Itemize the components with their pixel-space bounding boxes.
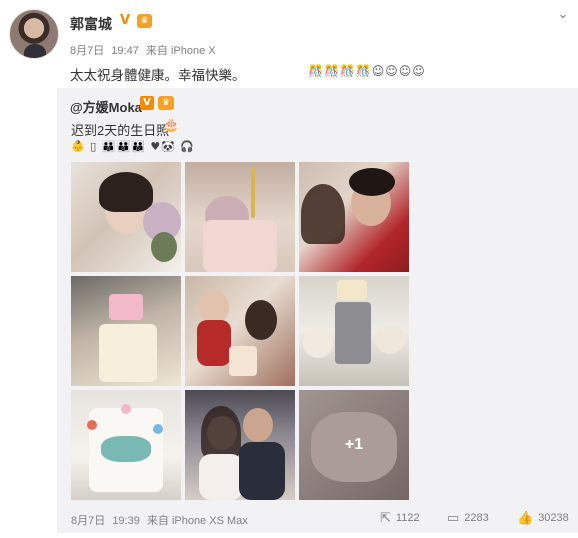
avatar[interactable] [9,9,59,59]
more-photos-overlay[interactable]: +1 [299,390,409,500]
share-icon: ⇱ [380,511,391,526]
photo-thumbnail[interactable] [185,390,295,500]
author-name[interactable]: 郭富城 [70,14,112,34]
verified-icon: V [120,13,131,28]
repost-text: 迟到2天的生日照 [71,123,170,138]
photo-thumbnail[interactable] [299,162,409,272]
repost-date[interactable]: 8月7日 [71,515,105,527]
post-date[interactable]: 8月7日 [70,45,104,57]
repost-block: @方媛Moka V ♛ 迟到2天的生日照 🎂 👶 ▯ 👪👪👪 ♥🐼 🎧 +1 8… [57,88,578,533]
photo-thumbnail[interactable] [299,276,409,386]
photo-thumbnail[interactable] [185,276,295,386]
post-time[interactable]: 19:47 [111,45,139,57]
repost-meta: 8月7日 19:39 来自 iPhone XS Max [71,512,252,528]
vip-crown-icon: ♛ [158,96,174,110]
photo-thumbnail[interactable] [71,162,181,272]
repost-source: 来自 iPhone XS Max [146,515,248,527]
chevron-down-icon[interactable]: ⌄ [556,8,570,22]
weibo-post-card: 郭富城 V ♛ ⌄ 8月7日 19:47 来自 iPhone X 太太祝身體健康… [0,0,578,538]
comment-count: 2283 [464,512,489,524]
repost-time[interactable]: 19:39 [112,515,140,527]
thumbs-up-icon: 👍 [517,511,534,526]
like-button[interactable]: 👍 30238 [517,511,569,526]
post-meta: 8月7日 19:47 来自 iPhone X [70,42,220,58]
photo-grid: +1 [71,162,409,500]
photo-thumbnail[interactable]: +1 [299,390,409,500]
verified-icon: V [140,96,154,110]
photo-thumbnail[interactable] [71,390,181,500]
repost-author[interactable]: @方媛Moka [70,97,142,116]
post-source: 来自 iPhone X [145,45,216,57]
vip-crown-icon: ♛ [137,14,152,28]
photo-thumbnail[interactable] [185,162,295,272]
post-emoji-tail: 🎊🎊🎊🎊☺☺☺☺ [308,64,426,78]
repost-emoji-line: 👶 ▯ 👪👪👪 ♥🐼 🎧 [71,140,196,153]
repost-button[interactable]: ⇱ 1122 [380,511,420,526]
post-text: 太太祝身體健康。幸福快樂。 [70,68,246,83]
comment-icon: ▭ [447,511,460,526]
photo-thumbnail[interactable] [71,276,181,386]
cake-emoji: 🎂 [163,118,180,133]
repost-count: 1122 [395,512,420,524]
comment-button[interactable]: ▭ 2283 [447,511,489,526]
like-count: 30238 [538,512,569,524]
